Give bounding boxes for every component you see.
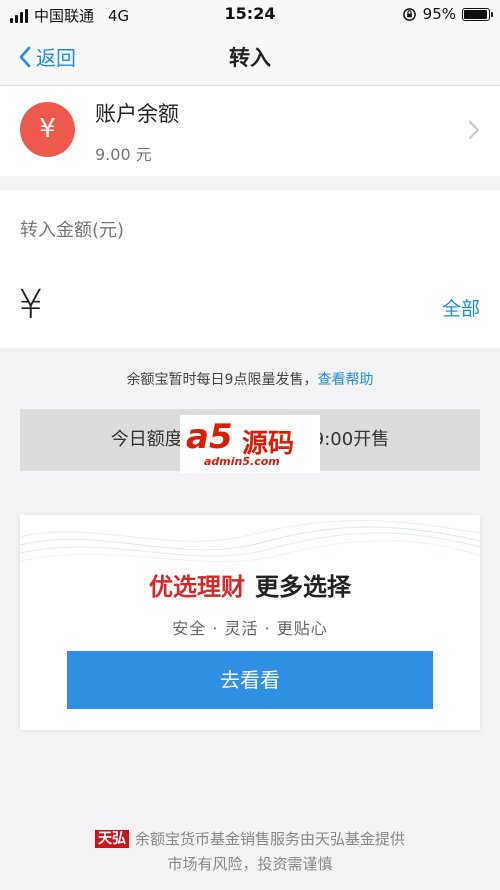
currency-symbol: ¥ [18, 282, 44, 328]
footer-line-2: 市场有风险，投资需谨慎 [167, 855, 333, 873]
status-bar: 中国联通 4G 15:24 95% [0, 0, 500, 28]
footer-text-1: 余额宝货币基金销售服务由天弘基金提供 [134, 830, 405, 848]
battery-icon [462, 7, 493, 21]
all-amount-button[interactable]: 全部 [442, 294, 480, 321]
quota-text-left: 今日额度 [110, 429, 183, 450]
promo-subtitle: 安全 · 灵活 · 更贴心 [172, 619, 328, 638]
help-link[interactable]: 查看帮助 [317, 372, 373, 388]
notice-text: 余额宝暂时每日9点限量发售， [126, 372, 318, 388]
orientation-lock-icon [402, 7, 416, 21]
tianhong-logo: 天弘 [94, 830, 129, 848]
status-right: 95% [402, 5, 493, 23]
battery-fill [464, 9, 487, 19]
sale-notice: 余额宝暂时每日9点限量发售，查看帮助 [0, 369, 500, 389]
account-balance-row[interactable]: ¥ 账户余额 9.00 元 [0, 86, 500, 176]
promo-title-highlight: 优选理财 [149, 573, 245, 601]
watermark-url: admin5.com [204, 455, 280, 468]
watermark-brand: a5 [186, 417, 233, 457]
page-title: 转入 [229, 46, 271, 70]
footer-line-1: 天弘 余额宝货币基金销售服务由天弘基金提供 [0, 828, 500, 849]
yuan-icon: ¥ [20, 102, 75, 157]
battery-percent: 95% [422, 5, 456, 23]
account-label: 账户余额 [95, 102, 179, 126]
chevron-right-icon [469, 121, 479, 139]
transfer-amount-label: 转入金额(元) [20, 220, 125, 241]
promo-card: 优选理财 更多选择 安全 · 灵活 · 更贴心 去看看 [20, 515, 480, 730]
watermark-logo: a5 源码 admin5.com [180, 415, 320, 473]
nav-bar: 返回 转入 [0, 28, 500, 86]
quota-text-right: 9:00开售 [312, 429, 390, 450]
account-balance: 9.00 元 [95, 145, 152, 164]
promo-title: 优选理财 更多选择 [20, 567, 480, 602]
go-see-button[interactable]: 去看看 [67, 651, 433, 709]
amount-input[interactable] [70, 288, 410, 328]
promo-title-rest: 更多选择 [255, 573, 351, 601]
transfer-amount-card: 转入金额(元) ¥ 全部 [0, 190, 500, 348]
